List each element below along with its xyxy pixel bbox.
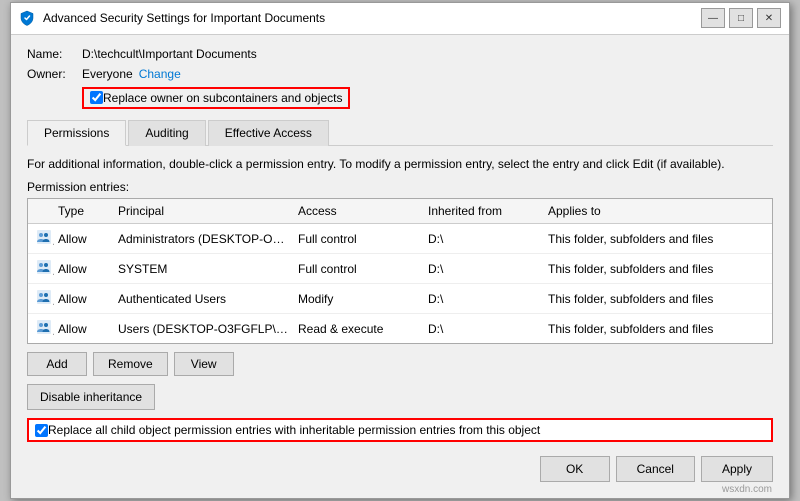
shield-icon xyxy=(19,10,35,26)
window-title: Advanced Security Settings for Important… xyxy=(43,11,325,25)
row1-type: Allow xyxy=(54,230,114,248)
close-button[interactable]: ✕ xyxy=(757,8,781,28)
tabs-bar: Permissions Auditing Effective Access xyxy=(27,119,773,146)
view-button[interactable]: View xyxy=(174,352,234,376)
row3-access: Modify xyxy=(294,290,424,308)
owner-value: Everyone xyxy=(82,67,133,81)
name-label: Name: xyxy=(27,47,82,61)
row3-applies: This folder, subfolders and files xyxy=(544,290,768,308)
row4-access: Read & execute xyxy=(294,320,424,338)
watermark: wsxdn.com xyxy=(722,484,772,495)
replace-owner-label[interactable]: Replace owner on subcontainers and objec… xyxy=(103,91,342,105)
description-text: For additional information, double-click… xyxy=(27,156,773,173)
row1-applies: This folder, subfolders and files xyxy=(544,230,768,248)
header-inherited: Inherited from xyxy=(424,202,544,220)
user-group-icon xyxy=(36,289,52,305)
header-applies: Applies to xyxy=(544,202,768,220)
header-type: Type xyxy=(54,202,114,220)
owner-row: Owner: Everyone Change xyxy=(27,67,773,81)
name-row: Name: D:\techcult\Important Documents xyxy=(27,47,773,61)
titlebar-buttons: — □ ✕ xyxy=(701,8,781,28)
titlebar-left: Advanced Security Settings for Important… xyxy=(19,10,325,26)
user-group-icon xyxy=(36,229,52,245)
titlebar: Advanced Security Settings for Important… xyxy=(11,3,789,35)
row2-type: Allow xyxy=(54,260,114,278)
row3-icon xyxy=(32,287,54,310)
dialog-content: Name: D:\techcult\Important Documents Ow… xyxy=(11,35,789,499)
tab-permissions[interactable]: Permissions xyxy=(27,120,126,146)
disable-inheritance-button[interactable]: Disable inheritance xyxy=(27,384,155,410)
row2-principal: SYSTEM xyxy=(114,260,294,278)
header-access: Access xyxy=(294,202,424,220)
row4-icon xyxy=(32,317,54,340)
table-row[interactable]: Allow Users (DESKTOP-O3FGFLP\Users) Read… xyxy=(28,314,772,343)
cancel-button[interactable]: Cancel xyxy=(616,456,695,482)
owner-label: Owner: xyxy=(27,67,82,81)
row3-type: Allow xyxy=(54,290,114,308)
minimize-button[interactable]: — xyxy=(701,8,725,28)
permission-entries-label: Permission entries: xyxy=(27,180,773,194)
row4-principal: Users (DESKTOP-O3FGFLP\Users) xyxy=(114,320,294,338)
table-row[interactable]: Allow Administrators (DESKTOP-O3FGF... F… xyxy=(28,224,772,254)
row1-principal: Administrators (DESKTOP-O3FGF... xyxy=(114,230,294,248)
header-icon xyxy=(32,202,54,220)
header-principal: Principal xyxy=(114,202,294,220)
advanced-security-dialog: Advanced Security Settings for Important… xyxy=(10,2,790,500)
row4-type: Allow xyxy=(54,320,114,338)
replace-owner-container: Replace owner on subcontainers and objec… xyxy=(82,87,350,109)
maximize-button[interactable]: □ xyxy=(729,8,753,28)
table-row[interactable]: Allow SYSTEM Full control D:\ This folde… xyxy=(28,254,772,284)
row4-applies: This folder, subfolders and files xyxy=(544,320,768,338)
user-group-icon xyxy=(36,259,52,275)
ok-button[interactable]: OK xyxy=(540,456,610,482)
apply-button[interactable]: Apply xyxy=(701,456,773,482)
row2-icon xyxy=(32,257,54,280)
change-owner-link[interactable]: Change xyxy=(139,67,181,81)
replace-child-container: Replace all child object permission entr… xyxy=(27,418,773,442)
row2-inherited: D:\ xyxy=(424,260,544,278)
tab-effective-access[interactable]: Effective Access xyxy=(208,120,329,146)
row2-applies: This folder, subfolders and files xyxy=(544,260,768,278)
row1-inherited: D:\ xyxy=(424,230,544,248)
permissions-table: Type Principal Access Inherited from App… xyxy=(27,198,773,344)
replace-child-checkbox[interactable] xyxy=(35,424,48,437)
row4-inherited: D:\ xyxy=(424,320,544,338)
row3-inherited: D:\ xyxy=(424,290,544,308)
remove-button[interactable]: Remove xyxy=(93,352,168,376)
replace-owner-checkbox[interactable] xyxy=(90,91,103,104)
row2-access: Full control xyxy=(294,260,424,278)
row1-access: Full control xyxy=(294,230,424,248)
user-group-icon xyxy=(36,319,52,335)
table-header: Type Principal Access Inherited from App… xyxy=(28,199,772,224)
replace-child-label[interactable]: Replace all child object permission entr… xyxy=(48,423,540,437)
name-value: D:\techcult\Important Documents xyxy=(82,47,257,61)
row1-icon xyxy=(32,227,54,250)
table-row[interactable]: Allow Authenticated Users Modify D:\ Thi… xyxy=(28,284,772,314)
add-button[interactable]: Add xyxy=(27,352,87,376)
tab-auditing[interactable]: Auditing xyxy=(128,120,205,146)
table-action-buttons: Add Remove View xyxy=(27,352,773,376)
row3-principal: Authenticated Users xyxy=(114,290,294,308)
dialog-buttons-row: OK Cancel Apply xyxy=(27,452,773,486)
